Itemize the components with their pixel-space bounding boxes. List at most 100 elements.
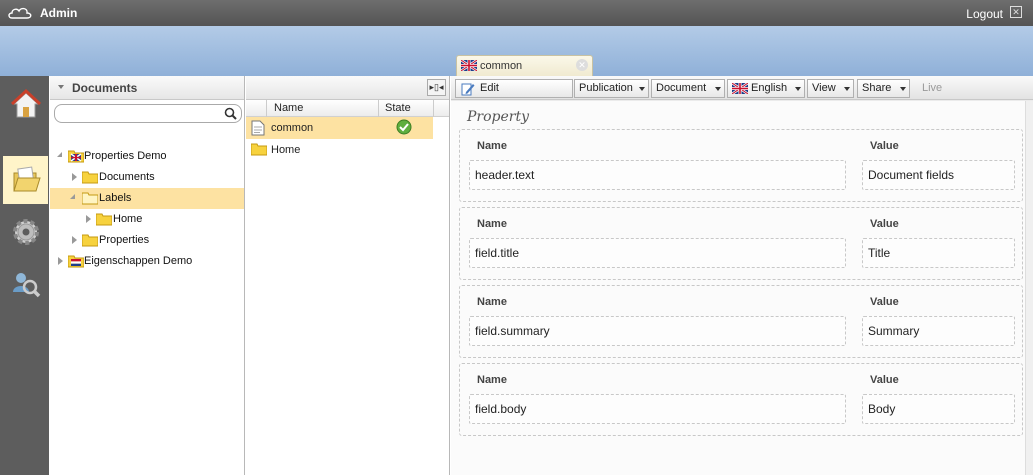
file-list-panel: ▸▯◂ Name State common Home <box>246 76 450 475</box>
chevron-down-icon <box>639 87 645 91</box>
property-value-field[interactable]: Document fields <box>862 160 1015 190</box>
publication-dropdown[interactable]: Publication <box>574 79 649 98</box>
edit-pencil-icon <box>461 83 475 96</box>
rail-documents[interactable] <box>3 156 48 204</box>
tree-item-eigenschappen-demo[interactable]: Eigenschappen Demo <box>50 251 244 272</box>
document-editor: Edit Publication Document English View S… <box>451 76 1033 475</box>
document-label: Document <box>656 82 707 94</box>
tree-item-documents[interactable]: Documents <box>50 167 244 188</box>
settings-icon <box>13 219 39 245</box>
app-name: Admin <box>40 6 78 20</box>
edit-button[interactable]: Edit <box>455 79 573 98</box>
tree-item-properties[interactable]: Properties <box>50 230 244 251</box>
rail-home[interactable] <box>3 80 48 128</box>
file-row-home[interactable]: Home <box>246 139 449 161</box>
edit-label: Edit <box>480 82 499 94</box>
collapse-panel-icon[interactable] <box>58 85 64 89</box>
property-name-field[interactable]: field.summary <box>469 316 846 346</box>
tree-item-labels[interactable]: Labels <box>50 188 244 209</box>
tree-item-home[interactable]: Home <box>50 209 244 230</box>
expand-icon[interactable] <box>57 152 62 157</box>
tree-item-label: Properties Demo <box>84 150 167 162</box>
module-rail <box>0 76 49 475</box>
published-check-icon <box>396 119 412 135</box>
document-tree: Properties Demo Documents Labels Home Pr… <box>50 146 244 272</box>
value-header: Value <box>870 140 899 152</box>
property-value-field[interactable]: Summary <box>862 316 1015 346</box>
chevron-down-icon <box>795 87 801 91</box>
property-row: Name Value header.text Document fields <box>459 129 1023 202</box>
language-label: English <box>751 82 788 94</box>
column-state[interactable]: State <box>379 100 434 117</box>
chevron-down-icon <box>844 87 850 91</box>
tree-item-label: Documents <box>99 171 155 183</box>
logout-link[interactable]: Logout <box>966 7 1003 21</box>
property-row: Name Value field.title Title <box>459 207 1023 280</box>
name-header: Name <box>477 374 507 386</box>
folder-icon <box>82 234 98 247</box>
expand-icon[interactable] <box>72 236 77 244</box>
live-status: Live <box>922 82 943 94</box>
file-name: Home <box>271 144 301 156</box>
editor-toolbar: Edit Publication Document English View S… <box>451 76 1033 100</box>
expand-icon[interactable] <box>72 173 77 181</box>
share-dropdown[interactable]: Share <box>857 79 910 98</box>
column-name[interactable]: Name <box>266 100 379 117</box>
property-value-field[interactable]: Title <box>862 238 1015 268</box>
documents-icon <box>13 166 41 192</box>
home-icon <box>10 88 42 118</box>
file-name: common <box>271 122 314 134</box>
rail-users[interactable] <box>3 260 48 308</box>
search-input[interactable] <box>54 104 242 123</box>
rail-settings[interactable] <box>3 208 48 256</box>
value-header: Value <box>870 374 899 386</box>
logout-icon[interactable]: ✕ <box>1010 6 1022 18</box>
users-search-icon <box>13 273 41 298</box>
collapse-panel-button[interactable]: ▸▯◂ <box>427 79 446 96</box>
uk-flag-icon <box>732 83 748 94</box>
tree-item-properties-demo[interactable]: Properties Demo <box>50 146 244 167</box>
property-name-field[interactable]: field.title <box>469 238 846 268</box>
property-name-field[interactable]: field.body <box>469 394 846 424</box>
property-value-field[interactable]: Body <box>862 394 1015 424</box>
expand-icon[interactable] <box>86 215 91 223</box>
file-row-common[interactable]: common <box>246 117 433 139</box>
close-tab-icon[interactable]: ✕ <box>576 59 588 71</box>
search-icon[interactable] <box>224 107 237 120</box>
value-header: Value <box>870 218 899 230</box>
name-header: Name <box>477 140 507 152</box>
file-list-header: Name State <box>246 100 449 117</box>
view-dropdown[interactable]: View <box>807 79 854 98</box>
tree-item-label: Properties <box>99 234 150 246</box>
uk-flag-folder-icon <box>68 150 84 163</box>
value-header: Value <box>870 296 899 308</box>
document-icon <box>251 120 265 136</box>
cloud-logo-icon <box>8 7 32 19</box>
top-bar: Admin Logout ✕ <box>0 0 1033 26</box>
name-header: Name <box>477 218 507 230</box>
tree-item-label: Home <box>113 213 143 225</box>
folder-icon <box>96 213 112 226</box>
editor-body: Property Name Value header.text Document… <box>451 101 1033 475</box>
folder-icon <box>82 171 98 184</box>
language-dropdown[interactable]: English <box>727 79 805 98</box>
file-list-toolbar: ▸▯◂ <box>246 76 449 100</box>
editor-scrollbar[interactable] <box>1025 101 1033 475</box>
document-dropdown[interactable]: Document <box>651 79 725 98</box>
expand-icon[interactable] <box>70 194 75 199</box>
uk-flag-icon <box>461 60 477 71</box>
property-row: Name Value field.summary Summary <box>459 285 1023 358</box>
expand-icon[interactable] <box>58 257 63 265</box>
property-name-field[interactable]: header.text <box>469 160 846 190</box>
documents-panel-header[interactable]: Documents <box>50 76 244 100</box>
section-title: Property <box>467 109 530 125</box>
tab-label: common <box>480 60 523 72</box>
folder-icon <box>251 143 267 156</box>
tree-item-label: Eigenschappen Demo <box>84 255 193 267</box>
documents-panel-title: Documents <box>72 81 138 95</box>
tree-item-label: Labels <box>99 192 132 204</box>
tab-common[interactable]: common ✕ <box>456 55 593 76</box>
nl-flag-folder-icon <box>68 255 84 268</box>
documents-panel: Documents Properties Demo Documents Labe… <box>50 76 245 475</box>
name-header: Name <box>477 296 507 308</box>
